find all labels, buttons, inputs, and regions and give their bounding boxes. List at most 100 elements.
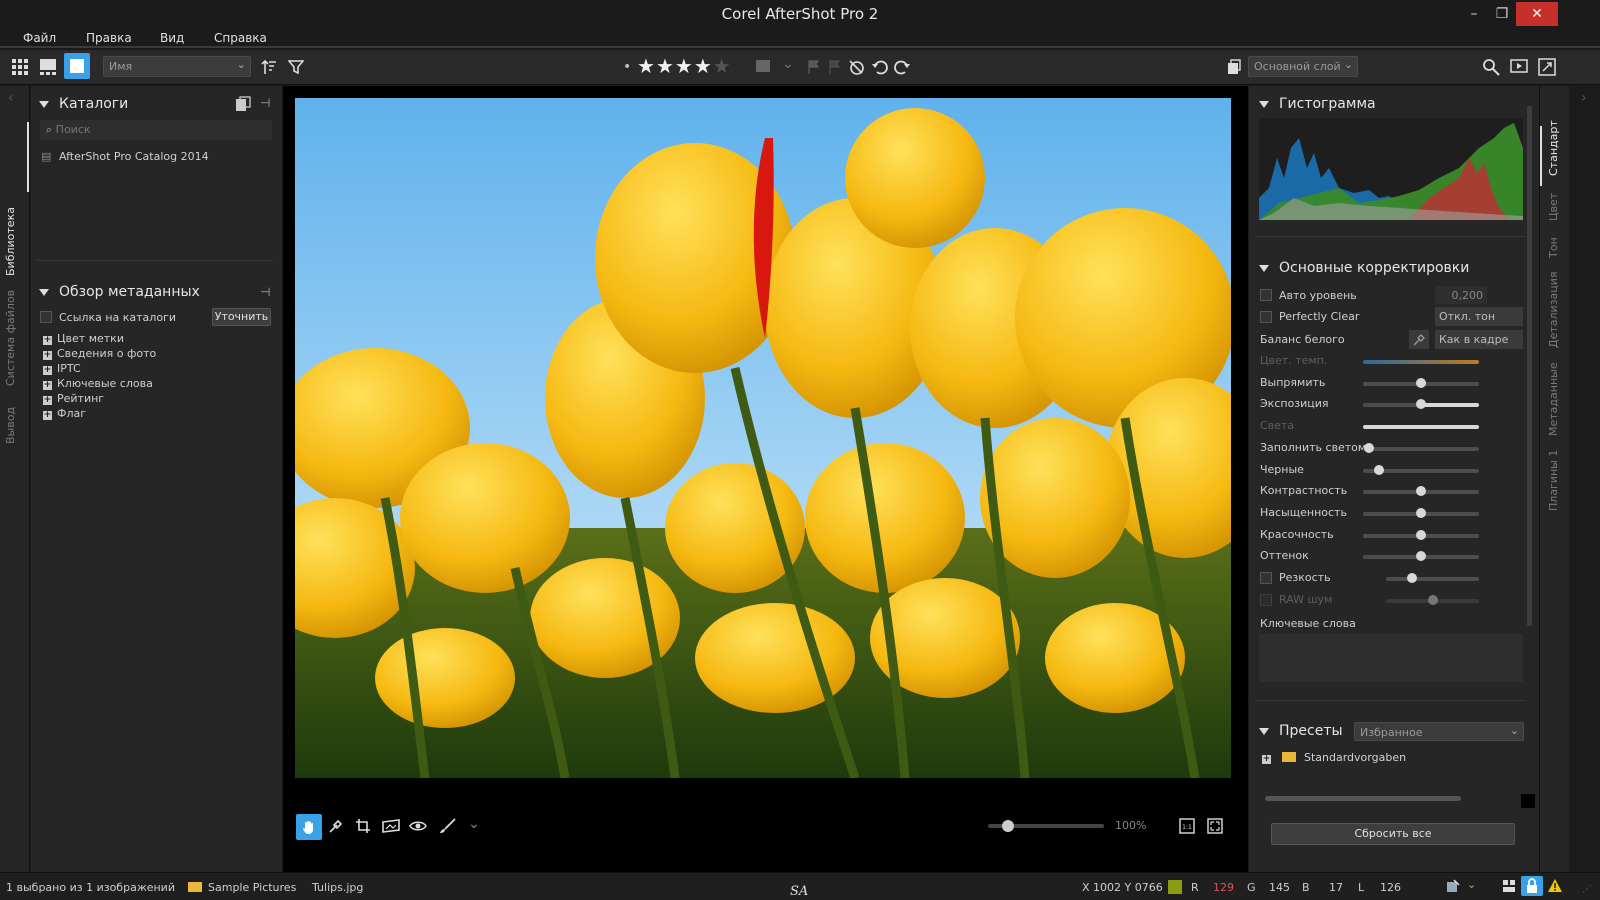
reset-rotation-icon[interactable]: [845, 56, 867, 78]
no-rating-dot-icon[interactable]: •: [623, 59, 631, 75]
menu-edit[interactable]: Правка: [86, 31, 132, 45]
slider-knob[interactable]: [1407, 573, 1418, 583]
tab-file-system[interactable]: Система файлов: [4, 290, 17, 386]
filter-icon[interactable]: [285, 56, 307, 78]
slider-knob[interactable]: [1374, 464, 1385, 475]
rating-star[interactable]: ★: [656, 54, 675, 78]
multi-view-icon[interactable]: [1502, 879, 1516, 896]
adjustment-slider[interactable]: [1363, 507, 1479, 518]
raw-noise-slider[interactable]: [1386, 595, 1479, 605]
color-label-icon[interactable]: [756, 60, 770, 72]
lock-icon[interactable]: [1521, 876, 1543, 896]
menu-view[interactable]: Вид: [160, 31, 184, 45]
presets-horizontal-scrollbar[interactable]: [1265, 796, 1461, 801]
adjustment-slider[interactable]: [1363, 486, 1479, 497]
tree-item-label-color[interactable]: + Цвет метки: [43, 332, 124, 345]
slider-knob[interactable]: [1416, 507, 1426, 518]
flag-icon[interactable]: [803, 56, 825, 78]
rating-star[interactable]: ★: [637, 54, 656, 78]
menu-help[interactable]: Справка: [214, 31, 267, 45]
hand-tool-icon[interactable]: [296, 814, 322, 840]
tab-metadata[interactable]: Метаданные: [1547, 362, 1560, 436]
fullscreen-icon[interactable]: [1536, 56, 1558, 78]
rotate-left-icon[interactable]: [869, 56, 891, 78]
chevron-down-icon[interactable]: ⌄: [468, 816, 480, 832]
metadata-header[interactable]: Обзор метаданных: [39, 284, 200, 300]
adjustment-slider[interactable]: [1363, 551, 1479, 562]
pin-icon[interactable]: ⊣: [260, 96, 270, 110]
slider-knob[interactable]: [1427, 595, 1438, 605]
auto-level-checkbox[interactable]: [1260, 289, 1272, 301]
close-button[interactable]: ✕: [1516, 2, 1558, 26]
photo-tulips[interactable]: [295, 98, 1231, 778]
reject-flag-icon[interactable]: [824, 56, 846, 78]
panel-vertical-scrollbar[interactable]: [1527, 106, 1532, 626]
sort-select[interactable]: Имя ⌄: [103, 56, 251, 77]
perfectly-clear-mode[interactable]: Откл. тон: [1435, 307, 1523, 326]
slider-knob[interactable]: [1416, 529, 1426, 540]
tree-item-keywords[interactable]: + Ключевые слова: [43, 377, 153, 390]
reset-all-button[interactable]: Сбросить все: [1271, 823, 1515, 845]
collapse-left-icon[interactable]: ‹: [8, 90, 14, 106]
layers-icon[interactable]: [1223, 56, 1245, 78]
folder-name[interactable]: Sample Pictures: [208, 881, 296, 894]
image-viewer[interactable]: [283, 86, 1248, 872]
tab-library[interactable]: Библиотека: [4, 207, 17, 276]
edit-icon[interactable]: [1446, 879, 1460, 896]
filmstrip-view-icon[interactable]: [37, 56, 59, 78]
adjustment-slider[interactable]: [1363, 464, 1479, 475]
zoom-slider[interactable]: [988, 820, 1104, 832]
raw-noise-checkbox[interactable]: [1260, 594, 1272, 606]
collapse-right-icon[interactable]: ›: [1581, 90, 1587, 106]
tab-color[interactable]: Цвет: [1547, 193, 1560, 221]
presets-filter-select[interactable]: Избранное ⌄: [1354, 722, 1524, 741]
sharpness-checkbox[interactable]: [1260, 572, 1272, 584]
tab-plugins[interactable]: Плагины 1: [1547, 450, 1560, 511]
tab-standard[interactable]: Стандарт: [1547, 120, 1560, 176]
search-icon[interactable]: [1480, 56, 1502, 78]
white-balance-mode[interactable]: Как в кадре: [1435, 330, 1523, 349]
red-eye-icon[interactable]: [409, 818, 427, 837]
adjustment-slider[interactable]: [1363, 425, 1479, 430]
rating-star[interactable]: ★: [675, 54, 694, 78]
sort-order-icon[interactable]: [258, 56, 280, 78]
catalog-item[interactable]: AfterShot Pro Catalog 2014: [59, 150, 209, 163]
slider-knob[interactable]: [1416, 486, 1426, 497]
tree-item-flag[interactable]: + Флаг: [43, 407, 86, 420]
rating-star[interactable]: ★: [694, 54, 713, 78]
menu-file[interactable]: Файл: [23, 31, 56, 45]
catalogs-header[interactable]: Каталоги: [39, 96, 128, 112]
slideshow-icon[interactable]: [1508, 56, 1530, 78]
rating-stars[interactable]: ★★★★★: [637, 54, 732, 78]
preset-item[interactable]: + Standardvorgaben: [1262, 751, 1406, 764]
pin-icon[interactable]: ⊣: [260, 285, 270, 299]
fit-to-screen-icon[interactable]: [1207, 818, 1223, 837]
slider-knob[interactable]: [1363, 442, 1374, 453]
auto-level-value[interactable]: 0,200: [1435, 286, 1487, 304]
refine-button[interactable]: Уточнить: [212, 308, 271, 326]
adjustment-slider[interactable]: [1363, 360, 1479, 364]
perfectly-clear-checkbox[interactable]: [1260, 311, 1272, 323]
resize-grip-icon[interactable]: ⋰: [1582, 884, 1592, 895]
warning-icon[interactable]: [1547, 878, 1563, 896]
eyedropper-icon[interactable]: [328, 818, 344, 837]
adjustment-slider[interactable]: [1363, 442, 1479, 453]
chevron-down-icon[interactable]: ⌄: [1467, 878, 1476, 891]
eyedropper-icon[interactable]: [1409, 330, 1429, 349]
tab-detail[interactable]: Детализация: [1547, 271, 1560, 348]
tree-item-photo-info[interactable]: + Сведения о фото: [43, 347, 156, 360]
layer-select[interactable]: Основной слой ⌄: [1248, 56, 1358, 77]
tab-tone[interactable]: Тон: [1547, 237, 1560, 258]
histogram-header[interactable]: Гистограмма: [1259, 96, 1376, 112]
adjustment-slider[interactable]: [1363, 529, 1479, 540]
crop-icon[interactable]: [355, 818, 371, 837]
slider-knob[interactable]: [1416, 377, 1426, 388]
chevron-down-icon[interactable]: ⌄: [782, 56, 794, 72]
tree-item-iptc[interactable]: + IPTC: [43, 362, 81, 375]
single-view-icon[interactable]: [64, 53, 90, 79]
catalog-search-input[interactable]: ⌕ Поиск: [40, 120, 272, 140]
tab-output[interactable]: Вывод: [4, 407, 17, 444]
keywords-input[interactable]: [1259, 634, 1523, 682]
slider-knob[interactable]: [1416, 551, 1426, 562]
slider-knob[interactable]: [1416, 399, 1426, 410]
